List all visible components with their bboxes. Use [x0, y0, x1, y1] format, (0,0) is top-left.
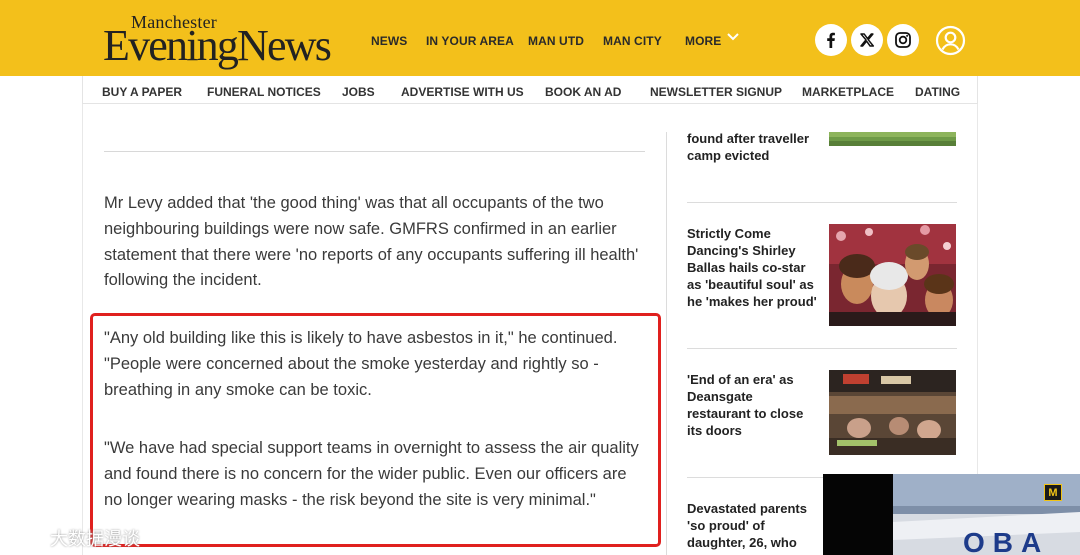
subnav-buy-a-paper[interactable]: BUY A PAPER [102, 85, 182, 99]
subnav-marketplace[interactable]: MARKETPLACE [802, 85, 894, 99]
sidebar-story-title[interactable]: Devastated parents 'so proud' of daughte… [687, 500, 817, 551]
site-logo[interactable]: Manchester EveningNews [103, 12, 343, 70]
content-frame-right [977, 104, 978, 476]
content-frame-left [82, 104, 83, 555]
svg-text:OBA: OBA [963, 527, 1049, 555]
subnav-jobs[interactable]: JOBS [342, 85, 375, 99]
chevron-down-icon[interactable] [726, 29, 740, 43]
subnav-advertise[interactable]: ADVERTISE WITH US [401, 85, 524, 99]
site-header: Manchester EveningNews NEWS IN YOUR AREA… [0, 0, 1080, 76]
highlight-annotation-box [90, 313, 661, 547]
sidebar-story-title[interactable]: found after traveller camp evicted [687, 130, 817, 164]
logo-main-text: EveningNews [103, 21, 332, 70]
nav-in-your-area[interactable]: IN YOUR AREA [426, 34, 514, 48]
subnav-newsletter-signup[interactable]: NEWSLETTER SIGNUP [650, 85, 782, 99]
watermark: 大数据漫谈 [6, 522, 146, 552]
article-paragraph: Mr Levy added that 'the good thing' was … [104, 194, 639, 290]
subnav-book-an-ad[interactable]: BOOK AN AD [545, 85, 621, 99]
sidebar-story-thumbnail[interactable] [829, 132, 956, 146]
secondary-nav: BUY A PAPER FUNERAL NOTICES JOBS ADVERTI… [82, 76, 978, 104]
floating-video-player[interactable]: OBA M [823, 474, 1080, 555]
watermark-logo-icon [10, 527, 45, 545]
nav-news[interactable]: NEWS [371, 34, 407, 48]
column-divider [666, 132, 667, 555]
nav-man-utd[interactable]: MAN UTD [528, 34, 584, 48]
article-divider [104, 151, 645, 152]
nav-man-city[interactable]: MAN CITY [603, 34, 662, 48]
user-account-icon[interactable] [935, 25, 966, 56]
facebook-icon[interactable] [815, 24, 847, 56]
sidebar-story-title[interactable]: Strictly Come Dancing's Shirley Ballas h… [687, 225, 817, 310]
sidebar-story-thumbnail[interactable] [829, 224, 956, 326]
subnav-dating[interactable]: DATING [915, 85, 960, 99]
watermark-text: 大数据漫谈 [50, 529, 140, 550]
sidebar-story-thumbnail[interactable] [829, 370, 956, 455]
video-logo-badge: M [1044, 484, 1062, 501]
sidebar-divider [687, 348, 957, 349]
x-icon[interactable] [851, 24, 883, 56]
instagram-icon[interactable] [887, 24, 919, 56]
subnav-funeral-notices[interactable]: FUNERAL NOTICES [207, 85, 321, 99]
sidebar-divider [687, 202, 957, 203]
nav-more[interactable]: MORE [685, 34, 721, 48]
sidebar-story-title[interactable]: 'End of an era' as Deansgate restaurant … [687, 371, 817, 439]
